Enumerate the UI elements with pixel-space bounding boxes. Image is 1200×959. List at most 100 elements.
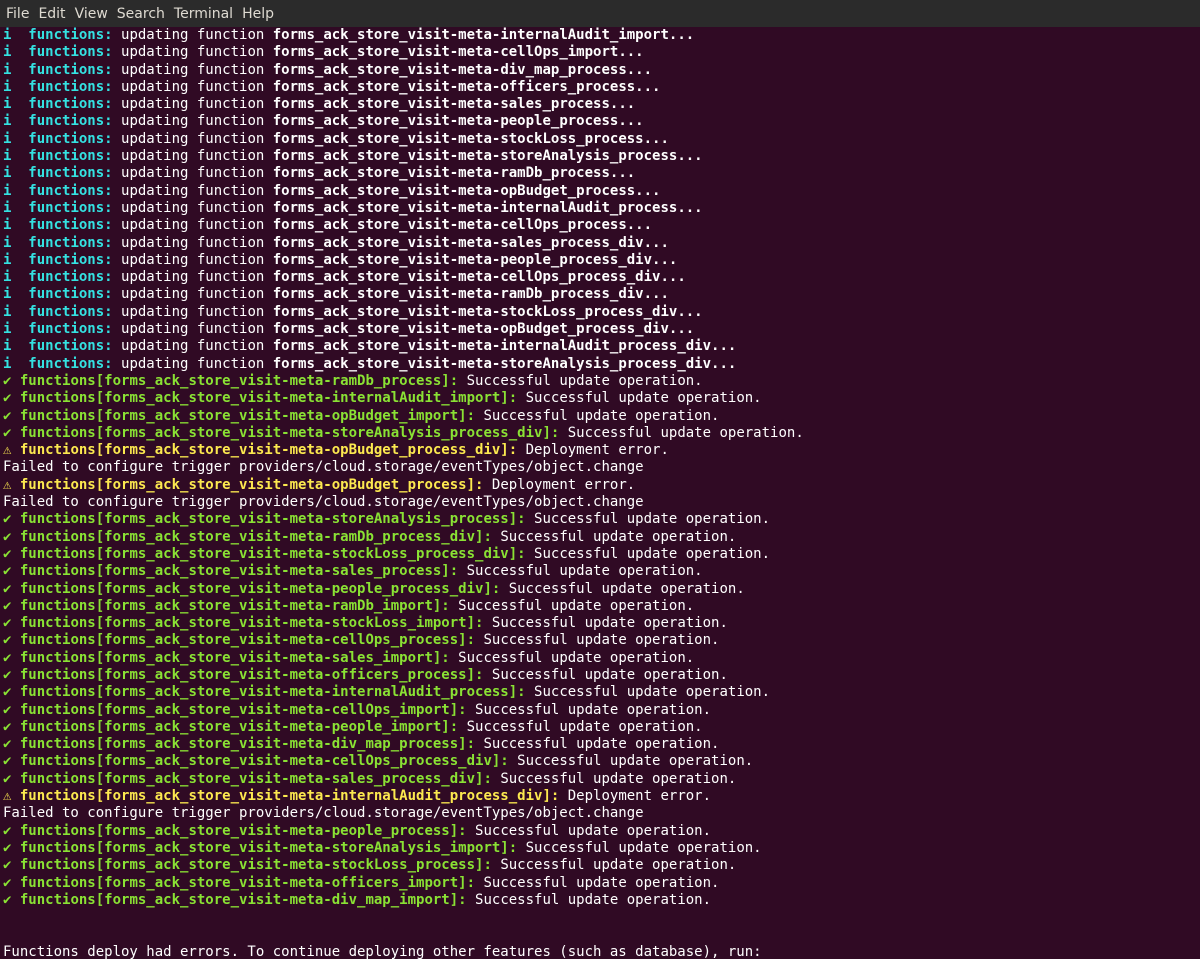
line-message: Successful update operation. xyxy=(483,615,728,632)
function-label: functions[forms_ack_store_visit-meta-ram… xyxy=(19,528,492,545)
function-label: functions[forms_ack_store_visit-meta-sto… xyxy=(19,424,560,441)
terminal-line-plain: Failed to configure trigger providers/cl… xyxy=(3,459,1200,476)
menu-bar: File Edit View Search Terminal Help xyxy=(0,0,1200,27)
line-message: Failed to configure trigger providers/cl… xyxy=(3,459,644,476)
function-name: forms_ack_store_visit-meta-cellOps_proce… xyxy=(272,269,686,286)
line-label: functions: xyxy=(28,234,113,251)
function-label: functions[forms_ack_store_visit-meta-ram… xyxy=(19,597,450,614)
function-label: functions[forms_ack_store_visit-meta-sto… xyxy=(19,511,526,528)
line-text: updating function xyxy=(112,251,273,268)
menu-file[interactable]: File xyxy=(6,6,29,22)
line-text: updating function xyxy=(112,199,273,216)
line-message: Deployment error. xyxy=(483,476,636,493)
line-message: Successful update operation. xyxy=(517,390,762,407)
terminal-line-info: i functions: updating function forms_ack… xyxy=(3,79,1200,96)
line-text: updating function xyxy=(112,286,273,303)
function-label: functions[forms_ack_store_visit-meta-sto… xyxy=(19,857,492,874)
line-text: updating function xyxy=(112,338,273,355)
terminal-line-ok: ✔ functions[forms_ack_store_visit-meta-r… xyxy=(3,598,1200,615)
terminal-line-info: i functions: updating function forms_ack… xyxy=(3,304,1200,321)
terminal-line-info: i functions: updating function forms_ack… xyxy=(3,27,1200,44)
line-text: updating function xyxy=(112,27,273,43)
line-message: Successful update operation. xyxy=(475,874,720,891)
function-label: functions[forms_ack_store_visit-meta-opB… xyxy=(19,407,476,424)
line-message: Successful update operation. xyxy=(475,632,720,649)
terminal-line-info: i functions: updating function forms_ack… xyxy=(3,269,1200,286)
line-label: functions: xyxy=(28,78,113,95)
function-name: forms_ack_store_visit-meta-internalAudit… xyxy=(272,199,703,216)
function-label: functions[forms_ack_store_visit-meta-cel… xyxy=(19,701,467,718)
function-label: functions[forms_ack_store_visit-meta-off… xyxy=(19,874,476,891)
menu-search[interactable]: Search xyxy=(117,6,165,22)
terminal-output[interactable]: i functions: updating function forms_ack… xyxy=(0,27,1200,959)
line-text: updating function xyxy=(112,96,273,113)
line-text: updating function xyxy=(112,44,273,61)
line-text: updating function xyxy=(112,148,273,165)
terminal-line-ok: ✔ functions[forms_ack_store_visit-meta-r… xyxy=(3,373,1200,390)
function-label: functions[forms_ack_store_visit-meta-int… xyxy=(19,390,518,407)
line-message: Successful update operation. xyxy=(525,684,771,701)
terminal-line-warn: ⚠ functions[forms_ack_store_visit-meta-o… xyxy=(3,477,1200,494)
function-name: forms_ack_store_visit-meta-people_proces… xyxy=(272,251,678,268)
line-label: functions: xyxy=(28,303,113,320)
function-name: forms_ack_store_visit-meta-opBudget_proc… xyxy=(272,321,695,338)
line-label: functions: xyxy=(28,130,113,147)
function-label: functions[forms_ack_store_visit-meta-int… xyxy=(19,788,560,805)
menu-terminal[interactable]: Terminal xyxy=(174,6,233,22)
function-name: forms_ack_store_visit-meta-ramDb_process… xyxy=(272,286,669,303)
terminal-line-info: i functions: updating function forms_ack… xyxy=(3,217,1200,234)
line-message: Successful update operation. xyxy=(525,511,771,528)
terminal-line-plain: Failed to configure trigger providers/cl… xyxy=(3,805,1200,822)
terminal-line-info: i functions: updating function forms_ack… xyxy=(3,113,1200,130)
function-name: forms_ack_store_visit-meta-officers_proc… xyxy=(272,78,661,95)
function-label: functions[forms_ack_store_visit-meta-ram… xyxy=(19,372,459,389)
function-name: forms_ack_store_visit-meta-cellOps_proce… xyxy=(272,217,653,234)
terminal-line-info: i functions: updating function forms_ack… xyxy=(3,338,1200,355)
menu-help[interactable]: Help xyxy=(242,6,274,22)
terminal-line-ok: ✔ functions[forms_ack_store_visit-meta-c… xyxy=(3,702,1200,719)
terminal-line-footer: Functions deploy had errors. To continue… xyxy=(3,943,762,959)
function-name: forms_ack_store_visit-meta-internalAudit… xyxy=(272,27,695,43)
terminal-line-ok: ✔ functions[forms_ack_store_visit-meta-o… xyxy=(3,408,1200,425)
line-label: functions: xyxy=(28,338,113,355)
function-label: functions[forms_ack_store_visit-meta-opB… xyxy=(19,476,484,493)
terminal-line-ok: ✔ functions[forms_ack_store_visit-meta-s… xyxy=(3,563,1200,580)
terminal-line-ok: ✔ functions[forms_ack_store_visit-meta-s… xyxy=(3,546,1200,563)
terminal-line-info: i functions: updating function forms_ack… xyxy=(3,183,1200,200)
function-label: functions[forms_ack_store_visit-meta-sal… xyxy=(19,649,450,666)
terminal-line-ok: ✔ functions[forms_ack_store_visit-meta-d… xyxy=(3,736,1200,753)
function-name: forms_ack_store_visit-meta-sales_process… xyxy=(272,96,636,113)
line-message: Successful update operation. xyxy=(559,424,804,441)
terminal-line-warn: ⚠ functions[forms_ack_store_visit-meta-i… xyxy=(3,788,1200,805)
line-message: Successful update operation. xyxy=(475,407,720,424)
line-label: functions: xyxy=(28,165,113,182)
line-message: Successful update operation. xyxy=(508,753,754,770)
menu-edit[interactable]: Edit xyxy=(38,6,65,22)
line-text: updating function xyxy=(112,234,273,251)
line-label: functions: xyxy=(28,286,113,303)
line-message: Failed to configure trigger providers/cl… xyxy=(3,805,644,822)
line-text: updating function xyxy=(112,321,273,338)
terminal-line-ok: ✔ functions[forms_ack_store_visit-meta-s… xyxy=(3,857,1200,874)
line-message: Successful update operation. xyxy=(466,822,712,839)
line-text: updating function xyxy=(112,303,273,320)
terminal-line-ok: ✔ functions[forms_ack_store_visit-meta-c… xyxy=(3,632,1200,649)
terminal-line-ok: ✔ functions[forms_ack_store_visit-meta-d… xyxy=(3,892,1200,909)
function-name: forms_ack_store_visit-meta-div_map_proce… xyxy=(272,61,653,78)
line-message: Successful update operation. xyxy=(458,372,703,389)
line-label: functions: xyxy=(28,251,113,268)
line-message: Successful update operation. xyxy=(517,839,762,856)
terminal-line-ok: ✔ functions[forms_ack_store_visit-meta-p… xyxy=(3,823,1200,840)
line-label: functions: xyxy=(28,321,113,338)
line-label: functions: xyxy=(28,96,113,113)
function-name: forms_ack_store_visit-meta-cellOps_impor… xyxy=(272,44,644,61)
terminal-line-info: i functions: updating function forms_ack… xyxy=(3,252,1200,269)
function-name: forms_ack_store_visit-meta-people_proces… xyxy=(272,113,644,130)
line-message: Successful update operation. xyxy=(500,580,745,597)
menu-view[interactable]: View xyxy=(75,6,108,22)
terminal-line-plain: Failed to configure trigger providers/cl… xyxy=(3,494,1200,511)
terminal-line-ok: ✔ functions[forms_ack_store_visit-meta-s… xyxy=(3,511,1200,528)
line-message: Successful update operation. xyxy=(475,736,720,753)
